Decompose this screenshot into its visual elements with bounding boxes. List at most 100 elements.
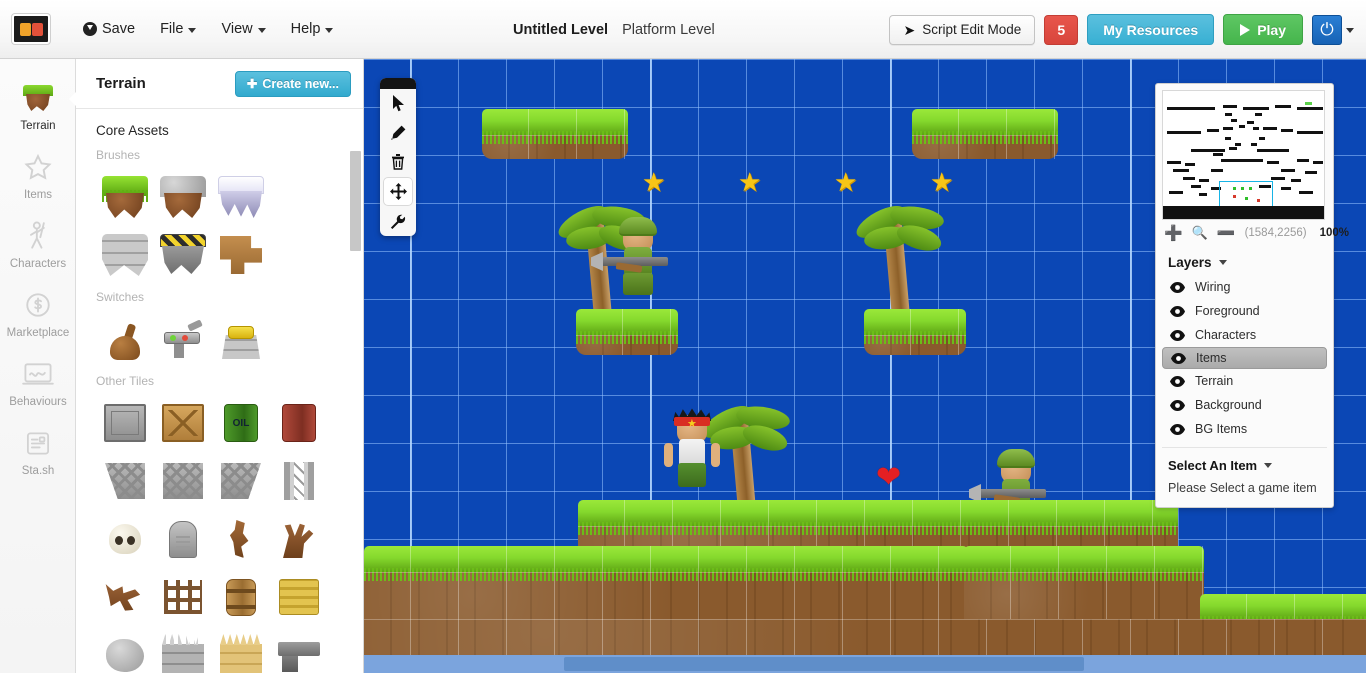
- asset-tile-ice-brush[interactable]: [212, 168, 270, 226]
- cursor-select-tool[interactable]: [380, 89, 416, 118]
- star-item[interactable]: ★: [738, 169, 761, 195]
- sidebar-item-items[interactable]: Items: [0, 142, 76, 211]
- move-tool[interactable]: [383, 177, 413, 206]
- play-label: Play: [1257, 21, 1286, 38]
- asset-tile-truss-right-tile[interactable]: [212, 452, 270, 510]
- help-menu[interactable]: Help: [280, 15, 345, 43]
- asset-tile-rock-dirt-brush[interactable]: [154, 168, 212, 226]
- layer-label: Background: [1195, 398, 1262, 412]
- asset-tile-wooden-barrel-tile[interactable]: [212, 568, 270, 626]
- eye-icon[interactable]: [1170, 375, 1185, 387]
- asset-tile-metal-crate-tile[interactable]: [96, 394, 154, 452]
- top-actions: ➤ Script Edit Mode 5 My Resources Play ⏻: [889, 0, 1354, 59]
- script-edit-mode-button[interactable]: ➤ Script Edit Mode: [889, 14, 1036, 45]
- account-menu[interactable]: ⏻: [1312, 14, 1354, 45]
- layer-row-items[interactable]: Items: [1162, 347, 1327, 369]
- layer-row-wiring[interactable]: Wiring: [1162, 275, 1327, 299]
- sidebar-item-characters[interactable]: Characters: [0, 211, 76, 280]
- star-item[interactable]: ★: [930, 169, 953, 195]
- palm-tree-decoration[interactable]: [851, 199, 946, 318]
- asset-tile-dead-branch-2-tile[interactable]: [96, 568, 154, 626]
- eye-icon[interactable]: [1170, 329, 1185, 341]
- main-menu: Save File View Help: [72, 15, 344, 43]
- layer-row-bg-items[interactable]: BG Items: [1162, 417, 1327, 441]
- asset-tile-wood-brush[interactable]: [212, 226, 270, 284]
- asset-tile-boulder-tile[interactable]: [96, 626, 154, 673]
- platform-tile[interactable]: [912, 109, 1058, 159]
- layers-header[interactable]: Layers: [1162, 246, 1327, 275]
- ground-platform[interactable]: [364, 619, 1366, 655]
- eye-icon[interactable]: [1170, 281, 1185, 293]
- chevron-down-icon: [188, 27, 197, 33]
- asset-tile-sandstone-brush[interactable]: [270, 168, 328, 226]
- asset-tile-sandstone-spikes-tile[interactable]: [212, 626, 270, 673]
- trash-delete-tool[interactable]: [380, 147, 416, 176]
- minimap[interactable]: [1162, 90, 1325, 220]
- minus-icon[interactable]: ➖: [1217, 224, 1236, 242]
- asset-tile-dead-branch-tile[interactable]: [270, 510, 328, 568]
- asset-tile-wooden-crate-tile[interactable]: [154, 394, 212, 452]
- sidebar-item-behaviours[interactable]: Behaviours: [0, 349, 76, 418]
- sidebar-item-marketplace[interactable]: Marketplace: [0, 280, 76, 349]
- asset-tile-barrel-red-tile[interactable]: [270, 394, 328, 452]
- asset-tile-gravestone-tile[interactable]: [154, 510, 212, 568]
- asset-tile-yellow-button-switch[interactable]: [212, 310, 270, 368]
- group-label-brushes: Brushes: [96, 148, 141, 162]
- game-editor-logo[interactable]: [12, 14, 50, 44]
- layer-row-terrain[interactable]: Terrain: [1162, 369, 1327, 393]
- wrench-settings-tool[interactable]: [380, 207, 416, 236]
- tool-palette-grip[interactable]: [380, 78, 416, 89]
- asset-tile-skull-tile[interactable]: [96, 510, 154, 568]
- star-item[interactable]: ★: [642, 169, 665, 195]
- star-item[interactable]: ★: [834, 169, 857, 195]
- platform-tile[interactable]: [576, 309, 678, 355]
- save-label: Save: [102, 21, 136, 37]
- eye-icon[interactable]: [1170, 399, 1185, 411]
- asset-tile-truss-straight-tile[interactable]: [154, 452, 212, 510]
- sidebar-item-terrain[interactable]: Terrain: [0, 73, 77, 142]
- platform-tile[interactable]: [864, 309, 966, 355]
- asset-tile-hazard-brush[interactable]: [154, 226, 212, 284]
- asset-tile-stone-block-brush[interactable]: [96, 226, 154, 284]
- asset-tile-hay-bale-tile[interactable]: [270, 568, 328, 626]
- file-menu[interactable]: File: [149, 15, 207, 43]
- notification-badge[interactable]: 5: [1044, 14, 1079, 45]
- layer-row-foreground[interactable]: Foreground: [1162, 299, 1327, 323]
- select-an-item-message: Please Select a game item: [1168, 481, 1317, 495]
- eye-icon[interactable]: [1170, 305, 1185, 317]
- magnifier-icon[interactable]: 🔍: [1192, 225, 1208, 241]
- asset-tile-metal-column-tile[interactable]: [270, 452, 328, 510]
- power-icon[interactable]: ⏻: [1312, 14, 1342, 45]
- layer-row-background[interactable]: Background: [1162, 393, 1327, 417]
- sidebar-item-stash[interactable]: Sta.sh: [0, 418, 76, 487]
- pencil-draw-tool[interactable]: [380, 118, 416, 147]
- asset-tile-stone-ledge-tile[interactable]: [270, 626, 328, 673]
- create-new-button[interactable]: ✚ Create new...: [234, 70, 351, 97]
- star-icon: [0, 150, 76, 184]
- eye-icon[interactable]: [1171, 352, 1186, 364]
- canvas-horizontal-scrollbar[interactable]: [364, 655, 1366, 673]
- layer-row-characters[interactable]: Characters: [1162, 323, 1327, 347]
- asset-tile-oil-barrel-green-tile[interactable]: OIL: [212, 394, 270, 452]
- asset-tile-lever-switch[interactable]: [154, 310, 212, 368]
- minimap-viewport[interactable]: [1219, 181, 1273, 208]
- plus-icon[interactable]: ➕: [1164, 224, 1183, 242]
- asset-tile-tree-root-tile[interactable]: [212, 510, 270, 568]
- asset-tile-truss-left-tile[interactable]: [96, 452, 154, 510]
- canvas-horizontal-scrollbar-thumb[interactable]: [564, 657, 1084, 671]
- heart-item[interactable]: ❤: [876, 463, 901, 493]
- asset-tile-grass-dirt-brush[interactable]: [96, 168, 154, 226]
- play-button[interactable]: Play: [1223, 14, 1303, 45]
- plus-icon: ✚: [246, 77, 258, 91]
- asset-panel-scrollbar-thumb[interactable]: [350, 151, 361, 251]
- asset-tile-wooden-fence-tile[interactable]: [154, 568, 212, 626]
- my-resources-button[interactable]: My Resources: [1087, 14, 1215, 45]
- asset-tile-stone-spikes-tile[interactable]: [154, 626, 212, 673]
- eye-icon[interactable]: [1170, 423, 1185, 435]
- select-an-item-header[interactable]: Select An Item: [1162, 447, 1327, 477]
- platform-tile[interactable]: [482, 109, 628, 159]
- asset-panel-scrollbar[interactable]: [350, 105, 361, 665]
- view-menu[interactable]: View: [210, 15, 276, 43]
- asset-tile-wooden-knob-switch[interactable]: [96, 310, 154, 368]
- save-button[interactable]: Save: [72, 15, 146, 43]
